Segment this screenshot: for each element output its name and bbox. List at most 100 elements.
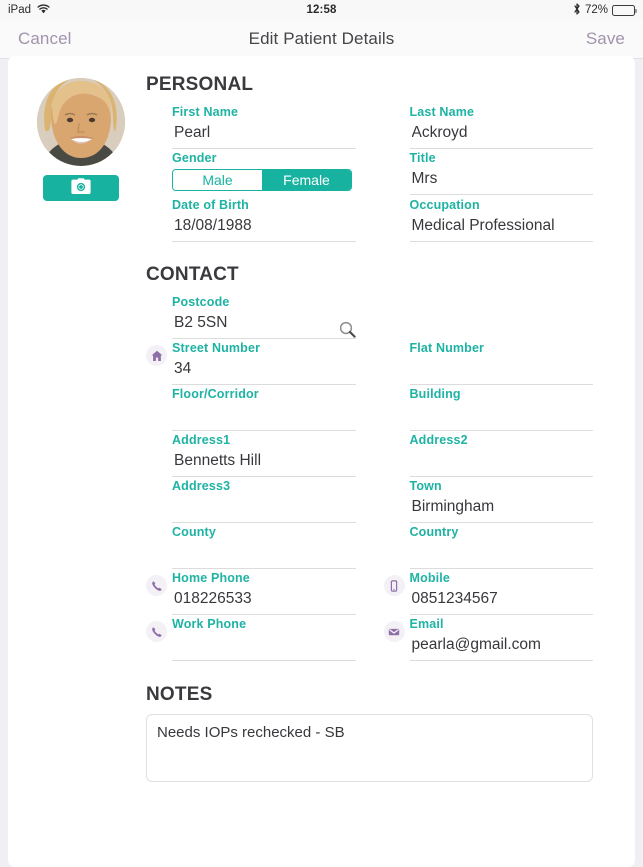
mobile-icon-wrap <box>383 570 410 596</box>
cancel-button[interactable]: Cancel <box>16 27 74 51</box>
field-floor-corridor: Floor/Corridor <box>172 386 384 432</box>
page-title: Edit Patient Details <box>248 29 395 48</box>
row-address1-address2: Address1 Address2 <box>146 432 621 478</box>
field-occupation: Occupation <box>409 197 622 243</box>
phone-icon <box>146 575 167 596</box>
avatar[interactable] <box>37 78 125 166</box>
col-address3: Address3 <box>146 478 384 524</box>
field-icon-spacer <box>384 340 410 345</box>
field-first-name: First Name <box>172 104 384 150</box>
field-address3: Address3 <box>172 478 384 524</box>
postcode-search-button[interactable] <box>339 321 356 338</box>
col-first-name: First Name <box>146 104 384 150</box>
col-title: Title <box>384 150 622 197</box>
address2-input[interactable] <box>409 450 593 477</box>
label-town: Town <box>409 479 442 493</box>
floor-corridor-input[interactable] <box>172 404 356 431</box>
date-of-birth-input[interactable] <box>172 215 356 242</box>
battery-icon <box>612 4 638 16</box>
label-home-phone: Home Phone <box>172 571 250 585</box>
patient-details-card: PERSONAL First Name Last Name <box>8 56 635 867</box>
row-names: First Name Last Name <box>146 104 621 150</box>
col-address2: Address2 <box>384 432 622 478</box>
col-address1: Address1 <box>146 432 384 478</box>
col-country: Country <box>384 524 622 570</box>
field-address2: Address2 <box>409 432 622 478</box>
field-icon-spacer <box>384 432 410 437</box>
gender-option-male[interactable]: Male <box>173 170 262 190</box>
field-icon-spacer <box>384 386 410 391</box>
street-number-input[interactable] <box>172 358 356 385</box>
postcode-input[interactable] <box>172 312 356 339</box>
label-gender: Gender <box>172 151 217 165</box>
col-county: County <box>146 524 384 570</box>
field-icon-spacer <box>384 524 410 529</box>
row-floor-building: Floor/Corridor Building <box>146 386 621 432</box>
status-bar: iPad 12:58 72% <box>0 0 643 20</box>
card-inner: PERSONAL First Name Last Name <box>8 56 635 787</box>
field-icon-spacer <box>146 524 172 529</box>
email-input[interactable] <box>409 634 593 661</box>
notes-textarea[interactable] <box>146 714 593 782</box>
country-input[interactable] <box>409 542 593 569</box>
field-town: Town <box>409 478 622 524</box>
field-icon-spacer <box>384 197 410 202</box>
col-building: Building <box>384 386 622 432</box>
row-street-flat: Street Number Flat Number <box>146 340 621 386</box>
search-icon <box>339 321 356 341</box>
label-address3: Address3 <box>172 479 231 493</box>
col-work-phone: Work Phone <box>146 616 384 662</box>
occupation-input[interactable] <box>409 215 593 242</box>
town-input[interactable] <box>409 496 593 523</box>
label-county: County <box>172 525 216 539</box>
mobile-input[interactable] <box>409 588 593 615</box>
work-phone-input[interactable] <box>172 634 356 661</box>
col-postcode: Postcode <box>146 294 384 340</box>
label-flat-number: Flat Number <box>409 341 485 355</box>
row-gender-title: Gender Male Female Title <box>146 150 621 197</box>
field-building: Building <box>409 386 622 432</box>
field-date-of-birth: Date of Birth <box>172 197 384 243</box>
field-icon-spacer <box>146 197 172 202</box>
col-mobile: Mobile <box>383 570 622 616</box>
label-title: Title <box>409 151 436 165</box>
address3-input[interactable] <box>172 496 356 523</box>
field-gender: Gender Male Female <box>172 150 384 197</box>
row-work-email: Work Phone Email <box>146 616 621 662</box>
title-input[interactable] <box>409 168 593 195</box>
col-occupation: Occupation <box>384 197 622 243</box>
notes-wrap <box>146 714 621 787</box>
gender-option-female[interactable]: Female <box>262 170 351 190</box>
col-floor-corridor: Floor/Corridor <box>146 386 384 432</box>
save-button[interactable]: Save <box>584 27 627 51</box>
field-postcode: Postcode <box>172 294 384 340</box>
field-icon-spacer <box>146 104 172 109</box>
field-county: County <box>172 524 384 570</box>
gender-segmented-control[interactable]: Male Female <box>172 169 352 191</box>
label-address1: Address1 <box>172 433 231 447</box>
building-input[interactable] <box>409 404 593 431</box>
camera-icon <box>70 178 92 198</box>
field-address1: Address1 <box>172 432 384 478</box>
envelope-icon <box>383 621 405 642</box>
label-mobile: Mobile <box>409 571 450 585</box>
col-gender: Gender Male Female <box>146 150 384 197</box>
field-icon-spacer <box>146 150 172 155</box>
field-last-name: Last Name <box>409 104 622 150</box>
label-last-name: Last Name <box>409 105 475 119</box>
work-phone-icon-wrap <box>146 616 172 642</box>
label-postcode: Postcode <box>172 295 230 309</box>
label-work-phone: Work Phone <box>172 617 247 631</box>
first-name-input[interactable] <box>172 122 356 149</box>
row-address3-town: Address3 Town <box>146 478 621 524</box>
address1-input[interactable] <box>172 450 356 477</box>
home-phone-input[interactable] <box>172 588 356 615</box>
field-icon-spacer <box>384 478 410 483</box>
camera-button[interactable] <box>43 175 119 201</box>
field-icon-spacer <box>146 478 172 483</box>
email-icon-wrap <box>383 616 410 642</box>
last-name-input[interactable] <box>409 122 593 149</box>
flat-number-input[interactable] <box>409 358 593 385</box>
label-occupation: Occupation <box>409 198 480 212</box>
county-input[interactable] <box>172 542 356 569</box>
